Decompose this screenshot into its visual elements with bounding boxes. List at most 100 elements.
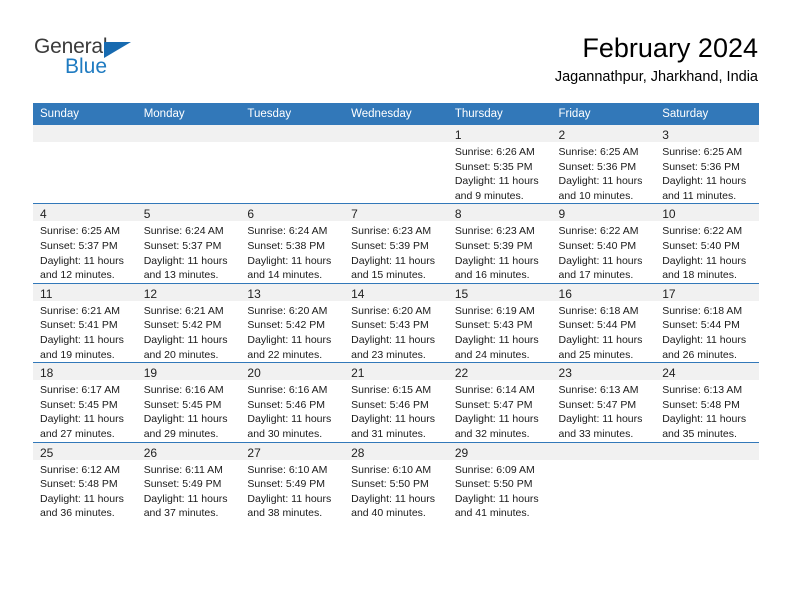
- day-number-band: 13: [240, 283, 345, 301]
- calendar-cell-inner: 19 Sunrise: 6:16 AM Sunset: 5:45 PM Dayligh…: [136, 363, 241, 441]
- day-number: 11: [40, 286, 53, 301]
- day-number-band: 19: [136, 363, 241, 381]
- day-detail-line: Daylight: 11 hours: [40, 333, 124, 346]
- day-detail-line: and 32 minutes.: [454, 427, 530, 440]
- calendar-column-header-thursday: Thursday: [447, 103, 552, 125]
- page-subtitle-location: Jagannathpur, Jharkhand, India: [554, 69, 758, 85]
- calendar-day-cell[interactable]: 29 Sunrise: 6:09 AM Sunset: 5:50 PM Dayligh…: [447, 441, 552, 521]
- day-detail-line: Sunset: 5:39 PM: [351, 239, 429, 252]
- day-detail-line: and 14 minutes.: [247, 269, 323, 282]
- calendar-day-cell[interactable]: 5 Sunrise: 6:24 AM Sunset: 5:37 PM Daylight…: [136, 203, 241, 284]
- day-detail-line: Daylight: 11 hours: [454, 254, 539, 267]
- day-detail-line: Sunrise: 6:13 AM: [558, 384, 639, 397]
- calendar-day-cell[interactable]: 13 Sunrise: 6:20 AM Sunset: 5:42 PM Dayligh…: [240, 282, 345, 363]
- calendar-day-cell[interactable]: 9 Sunrise: 6:22 AM Sunset: 5:40 PM Daylight…: [551, 203, 656, 284]
- calendar-cell-inner: 23 Sunrise: 6:13 AM Sunset: 5:47 PM Dayligh…: [551, 363, 656, 441]
- day-detail-line: Sunrise: 6:15 AM: [351, 384, 432, 397]
- title-block: February 2024 Jagannathpur, Jharkhand, I…: [555, 32, 758, 87]
- day-detail-line: Sunset: 5:46 PM: [247, 398, 326, 411]
- day-number: 27: [247, 445, 261, 460]
- day-detail-line: Daylight: 11 hours: [351, 413, 435, 426]
- day-number: 4: [40, 207, 47, 222]
- calendar-day-cell[interactable]: 4 Sunrise: 6:25 AM Sunset: 5:37 PM Daylight…: [33, 203, 137, 284]
- calendar-day-cell[interactable]: 18 Sunrise: 6:17 AM Sunset: 5:45 PM Dayligh…: [33, 362, 137, 442]
- day-detail-line: Daylight: 11 hours: [351, 254, 435, 267]
- calendar-day-cell[interactable]: 10 Sunrise: 6:22 AM Sunset: 5:40 PM Dayligh…: [655, 203, 759, 284]
- day-number: 22: [454, 366, 469, 381]
- calendar-day-cell[interactable]: 11 Sunrise: 6:21 AM Sunset: 5:41 PM Dayligh…: [33, 282, 137, 363]
- calendar-day-cell[interactable]: 28 Sunrise: 6:10 AM Sunset: 5:50 PM Dayligh…: [344, 441, 448, 521]
- day-detail-line: Sunrise: 6:23 AM: [454, 225, 535, 238]
- day-detail-line: Sunrise: 6:12 AM: [40, 463, 120, 476]
- calendar-week-row: 4 Sunrise: 6:25 AM Sunset: 5:37 PM Daylight…: [33, 203, 759, 284]
- calendar-column-header-wednesday: Wednesday: [344, 103, 448, 125]
- calendar-day-cell[interactable]: 15 Sunrise: 6:19 AM Sunset: 5:43 PM Dayligh…: [447, 282, 552, 363]
- day-number: 5: [143, 207, 151, 222]
- calendar-cell-inner: 28 Sunrise: 6:10 AM Sunset: 5:50 PM Dayligh…: [344, 442, 448, 521]
- calendar-day-cell[interactable]: 8 Sunrise: 6:23 AM Sunset: 5:39 PM Daylight…: [447, 203, 552, 284]
- day-detail-text: Sunrise: 6:20 AM Sunset: 5:42 PM Daylight:…: [240, 301, 344, 362]
- calendar-day-cell[interactable]: 3 Sunrise: 6:25 AM Sunset: 5:36 PM Daylight…: [655, 125, 759, 204]
- calendar-body: 1 Sunrise: 6:26 AM Sunset: 5:35 PM Daylight…: [33, 125, 759, 521]
- day-detail-text: [137, 142, 241, 145]
- day-detail-text: Sunrise: 6:23 AM Sunset: 5:39 PM Daylight:…: [448, 221, 552, 282]
- calendar-day-cell[interactable]: 16 Sunrise: 6:18 AM Sunset: 5:44 PM Dayligh…: [551, 282, 656, 363]
- calendar-cell-inner: 7 Sunrise: 6:23 AM Sunset: 5:39 PM Daylight…: [344, 204, 448, 282]
- day-detail-line: and 18 minutes.: [662, 269, 737, 282]
- day-detail-line: Sunset: 5:35 PM: [454, 160, 533, 173]
- calendar-week-row: 25 Sunrise: 6:12 AM Sunset: 5:48 PM Dayligh…: [33, 441, 759, 521]
- day-detail-text: Sunrise: 6:18 AM Sunset: 5:44 PM Daylight:…: [552, 301, 656, 362]
- day-detail-line: Sunrise: 6:19 AM: [454, 304, 535, 317]
- calendar-cell-inner: 24 Sunrise: 6:13 AM Sunset: 5:48 PM Dayligh…: [655, 363, 759, 441]
- day-detail-line: and 16 minutes.: [454, 269, 530, 282]
- calendar-day-cell[interactable]: 27 Sunrise: 6:10 AM Sunset: 5:49 PM Dayligh…: [240, 441, 345, 521]
- calendar-day-cell[interactable]: 12 Sunrise: 6:21 AM Sunset: 5:42 PM Dayligh…: [136, 282, 241, 363]
- calendar-day-cell[interactable]: 2 Sunrise: 6:25 AM Sunset: 5:36 PM Daylight…: [551, 125, 656, 204]
- day-number: 6: [247, 207, 255, 222]
- day-number-band: 17: [655, 283, 759, 301]
- day-detail-line: and 9 minutes.: [454, 189, 524, 202]
- day-number-band: 10: [655, 204, 759, 222]
- day-detail-line: Sunrise: 6:22 AM: [662, 225, 743, 238]
- day-detail-line: Sunrise: 6:18 AM: [558, 304, 639, 317]
- calendar-cell-inner: [136, 125, 241, 203]
- calendar-day-cell[interactable]: 24 Sunrise: 6:13 AM Sunset: 5:48 PM Dayligh…: [655, 362, 759, 442]
- day-detail-line: and 30 minutes.: [247, 427, 323, 440]
- day-number-band: 16: [551, 283, 656, 301]
- calendar-table: Sunday Monday Tuesday Wednesday Thursday Frid…: [33, 103, 759, 521]
- calendar-day-cell[interactable]: 22 Sunrise: 6:14 AM Sunset: 5:47 PM Dayligh…: [447, 362, 552, 442]
- day-number-band: 24: [655, 363, 759, 381]
- calendar-day-cell[interactable]: 7 Sunrise: 6:23 AM Sunset: 5:39 PM Daylight…: [344, 203, 448, 284]
- day-number-band: 26: [136, 442, 241, 460]
- day-number: 10: [662, 207, 676, 222]
- calendar-day-cell[interactable]: 21 Sunrise: 6:15 AM Sunset: 5:46 PM Dayligh…: [344, 362, 448, 442]
- calendar-cell-inner: 20 Sunrise: 6:16 AM Sunset: 5:46 PM Dayligh…: [240, 363, 345, 441]
- calendar-day-cell[interactable]: 17 Sunrise: 6:18 AM Sunset: 5:44 PM Dayligh…: [655, 282, 759, 363]
- calendar-cell-inner: 13 Sunrise: 6:20 AM Sunset: 5:42 PM Dayligh…: [240, 283, 345, 362]
- day-number-band: 12: [136, 283, 241, 301]
- calendar-day-cell[interactable]: 23 Sunrise: 6:13 AM Sunset: 5:47 PM Dayligh…: [551, 362, 656, 442]
- calendar-day-cell[interactable]: 20 Sunrise: 6:16 AM Sunset: 5:46 PM Dayligh…: [240, 362, 345, 442]
- calendar-cell-inner: 27 Sunrise: 6:10 AM Sunset: 5:49 PM Dayligh…: [240, 442, 345, 521]
- day-detail-text: [344, 142, 448, 145]
- calendar-day-cell[interactable]: 14 Sunrise: 6:20 AM Sunset: 5:43 PM Dayligh…: [344, 282, 448, 363]
- day-number-band: 15: [447, 283, 552, 301]
- calendar-day-cell[interactable]: 1 Sunrise: 6:26 AM Sunset: 5:35 PM Daylight…: [447, 125, 552, 204]
- day-number-band: [33, 125, 137, 142]
- calendar-day-cell[interactable]: 26 Sunrise: 6:11 AM Sunset: 5:49 PM Dayligh…: [136, 441, 241, 521]
- calendar-cell-inner: 12 Sunrise: 6:21 AM Sunset: 5:42 PM Dayligh…: [136, 283, 241, 362]
- day-detail-line: Sunset: 5:42 PM: [247, 319, 326, 332]
- logo-text-blue: Blue: [65, 55, 108, 78]
- day-detail-line: and 41 minutes.: [454, 507, 530, 520]
- day-detail-line: and 11 minutes.: [662, 189, 737, 202]
- day-detail-line: and 25 minutes.: [558, 348, 634, 361]
- day-number-band: [136, 125, 241, 142]
- calendar-day-cell[interactable]: 6 Sunrise: 6:24 AM Sunset: 5:38 PM Daylight…: [240, 203, 345, 284]
- day-detail-text: [552, 460, 656, 463]
- general-blue-logo[interactable]: General Blue: [34, 36, 164, 82]
- calendar-day-cell[interactable]: 19 Sunrise: 6:16 AM Sunset: 5:45 PM Dayligh…: [136, 362, 241, 442]
- calendar-column-header-tuesday: Tuesday: [240, 103, 345, 125]
- day-detail-line: Sunset: 5:36 PM: [558, 160, 637, 173]
- day-number-band: 4: [33, 204, 137, 222]
- calendar-day-cell[interactable]: 25 Sunrise: 6:12 AM Sunset: 5:48 PM Dayligh…: [33, 441, 137, 521]
